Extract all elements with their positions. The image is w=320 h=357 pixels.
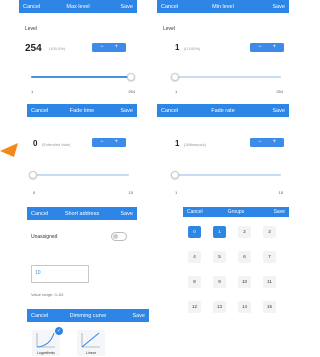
panel-title: Max level [66, 3, 90, 10]
curve-option-linear[interactable]: Linear [77, 330, 105, 356]
short-address-panel: Cancel Short address Save Unassigned 10 … [27, 207, 137, 305]
group-button[interactable]: 1 [213, 226, 226, 238]
groups-panel: Cancel Groups Save 0 1 2 3 4 5 6 7 8 9 10 11 12 13 14 1… [183, 207, 289, 331]
decrement-button[interactable]: − [100, 44, 104, 50]
fade-time-panel: Cancel Fade time Save 0 (Extended fade) … [27, 104, 137, 202]
curve-option-logarithmic[interactable]: Logarithmic ✓ [32, 327, 63, 356]
group-button[interactable]: 9 [213, 276, 226, 288]
min-level-panel: Cancel Min level Save Level 1 (0.100%) −… [157, 0, 289, 102]
fade-rate-header: Cancel Fade rate Save [157, 104, 289, 117]
group-button[interactable]: 8 [188, 276, 201, 288]
logarithmic-curve-icon [36, 332, 55, 348]
level-unit: (100.0%) [49, 46, 66, 51]
save-button[interactable]: Save [272, 4, 285, 10]
group-button[interactable]: 4 [188, 251, 201, 263]
group-button[interactable]: 7 [263, 251, 276, 263]
slider-max-label: 15 [278, 190, 283, 195]
group-button[interactable]: 11 [263, 276, 276, 288]
save-button[interactable]: Save [272, 108, 285, 114]
group-button[interactable]: 13 [213, 301, 226, 313]
min-level-header: Cancel Min level Save [157, 0, 289, 13]
pointer-arrow-icon [0, 143, 18, 157]
level-label: Level [25, 26, 37, 32]
panel-title: Fade rate [211, 107, 235, 114]
panel-title: Dimming curve [69, 312, 107, 319]
slider-max-label: 254 [128, 89, 135, 94]
slider-min-label: 1 [175, 89, 178, 94]
fade-time-unit: (Extended fade) [42, 142, 71, 147]
slider-max-label: 254 [276, 89, 283, 94]
level-value: 1 [175, 43, 180, 52]
fade-rate-panel: Cancel Fade rate Save 1 (358steps/s) − +… [157, 104, 289, 202]
save-button[interactable]: Save [120, 211, 133, 217]
fade-time-value: 0 [33, 139, 38, 148]
groups-header: Cancel Groups Save [183, 207, 289, 217]
group-button[interactable]: 5 [213, 251, 226, 263]
decrement-button[interactable]: − [258, 44, 262, 50]
fade-time-stepper: − + [92, 138, 126, 147]
save-button[interactable]: Save [274, 209, 285, 215]
increment-button[interactable]: + [272, 44, 276, 50]
selected-check-icon: ✓ [55, 327, 63, 335]
increment-button[interactable]: + [114, 44, 118, 50]
slider-min-label: 1 [31, 89, 34, 94]
group-button[interactable]: 3 [263, 226, 276, 238]
short-address-input[interactable]: 10 [31, 265, 89, 283]
slider-max-label: 15 [128, 190, 133, 195]
panel-title: Min level [212, 3, 234, 10]
fade-rate-stepper: − + [250, 138, 284, 147]
slider-knob[interactable] [29, 171, 37, 179]
level-slider[interactable] [31, 73, 135, 81]
unassigned-label: Unassigned [31, 234, 58, 240]
level-label: Level [163, 26, 175, 32]
level-stepper: − + [250, 43, 284, 52]
level-value: 254 [25, 43, 42, 54]
value-range-hint: Value range: 0–63 [31, 292, 64, 297]
short-address-header: Cancel Short address Save [27, 207, 137, 220]
group-button[interactable]: 6 [238, 251, 251, 263]
increment-button[interactable]: + [272, 139, 276, 145]
dimming-curve-header: Cancel Dimming curve Save [27, 309, 149, 322]
max-level-panel: Cancel Max level Save Level 254 (100.0%)… [19, 0, 137, 102]
slider-knob[interactable] [127, 73, 135, 81]
fade-rate-slider[interactable] [171, 171, 281, 179]
fade-rate-unit: (358steps/s) [184, 142, 207, 147]
level-stepper: − + [92, 43, 126, 52]
toggle-knob [113, 234, 118, 239]
decrement-button[interactable]: − [258, 139, 262, 145]
level-unit: (0.100%) [184, 46, 201, 51]
linear-curve-icon [81, 332, 100, 348]
fade-time-header: Cancel Fade time Save [27, 104, 137, 117]
save-button[interactable]: Save [120, 108, 133, 114]
curve-option-label: Linear [86, 351, 96, 355]
fade-rate-value: 1 [175, 139, 180, 148]
decrement-button[interactable]: − [100, 139, 104, 145]
level-slider[interactable] [171, 73, 281, 81]
max-level-header: Cancel Max level Save [19, 0, 137, 13]
slider-knob[interactable] [171, 73, 179, 81]
group-button[interactable]: 12 [188, 301, 201, 313]
increment-button[interactable]: + [114, 139, 118, 145]
slider-min-label: 1 [175, 190, 178, 195]
group-button[interactable]: 10 [238, 276, 251, 288]
unassigned-toggle[interactable] [111, 232, 127, 241]
slider-min-label: 0 [33, 190, 36, 195]
dimming-curve-panel: Cancel Dimming curve Save Logarithmic ✓ … [27, 309, 149, 357]
group-button[interactable]: 14 [238, 301, 251, 313]
curve-option-label: Logarithmic [36, 351, 56, 355]
save-button[interactable]: Save [132, 313, 145, 319]
save-button[interactable]: Save [120, 4, 133, 10]
group-button[interactable]: 0 [188, 226, 201, 238]
short-address-value: 10 [35, 270, 41, 276]
slider-knob[interactable] [171, 171, 179, 179]
slider-fill [31, 76, 131, 78]
group-button[interactable]: 2 [238, 226, 251, 238]
group-button[interactable]: 15 [263, 301, 276, 313]
fade-time-slider[interactable] [29, 171, 129, 179]
